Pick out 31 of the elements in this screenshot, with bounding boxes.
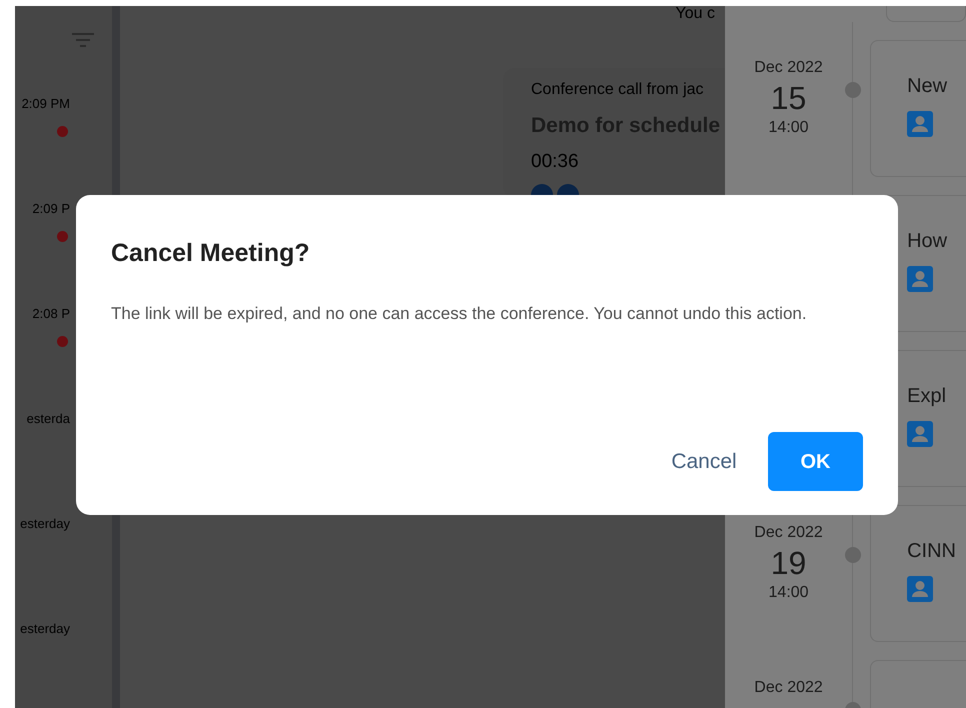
date-time: 14:00 xyxy=(768,583,809,603)
call-time: esterday xyxy=(20,620,70,638)
date-day: 19 xyxy=(770,545,806,581)
dialog-message: The link will be expired, and no one can access the conference. You cannot undo this action. xyxy=(111,303,808,325)
call-time: 2:09 P xyxy=(32,200,70,218)
call-time: 2:08 P xyxy=(32,305,70,323)
meeting-title: New xyxy=(907,74,948,99)
call-time: esterday xyxy=(20,515,70,533)
date-month: Dec 2022 xyxy=(754,523,823,543)
date-day: 15 xyxy=(770,80,806,116)
call-time: esterda xyxy=(26,410,70,428)
person-icon xyxy=(907,421,934,447)
call-duration: 00:36 xyxy=(531,150,580,174)
date-month: Dec 2022 xyxy=(754,58,823,78)
dialog-title: Cancel Meeting? xyxy=(111,238,311,269)
meeting-title: Expl xyxy=(907,384,948,409)
meeting-title: How xyxy=(907,229,948,254)
date-month: Dec 2022 xyxy=(754,678,823,698)
person-icon xyxy=(907,111,934,137)
header-text: You c xyxy=(676,6,715,22)
meeting-title: CINN xyxy=(907,539,957,564)
schedule-card[interactable]: New xyxy=(870,40,966,177)
person-icon xyxy=(907,576,934,602)
person-icon xyxy=(907,266,934,292)
date-time: 14:00 xyxy=(768,118,809,138)
call-subtitle: Conference call from jac xyxy=(531,80,705,100)
call-time: 2:09 PM xyxy=(22,95,70,113)
ok-button[interactable]: OK xyxy=(768,432,863,491)
schedule-card[interactable] xyxy=(886,6,966,22)
schedule-card[interactable]: CINN xyxy=(870,505,966,642)
filter-icon[interactable] xyxy=(72,33,94,49)
